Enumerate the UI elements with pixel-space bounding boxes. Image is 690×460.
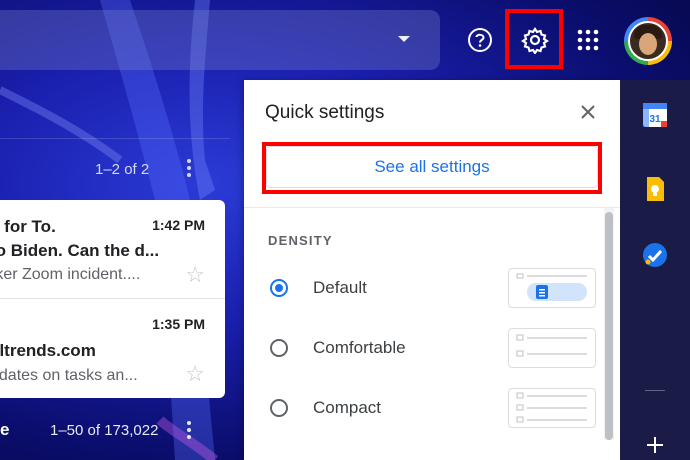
radio-button[interactable] bbox=[270, 399, 288, 417]
email-time: 1:42 PM bbox=[152, 217, 205, 233]
more-options-icon[interactable] bbox=[184, 158, 194, 178]
calendar-day: 31 bbox=[649, 114, 661, 125]
option-label: Compact bbox=[313, 398, 382, 417]
option-label: Comfortable bbox=[313, 338, 406, 357]
density-comfortable-preview[interactable] bbox=[508, 328, 596, 368]
section-label: e bbox=[0, 420, 10, 439]
quick-settings-title: Quick settings bbox=[265, 102, 385, 123]
divider bbox=[244, 207, 620, 208]
pagination-count: 1–50 of 173,022 bbox=[50, 422, 159, 439]
pagination-count: 1–2 of 2 bbox=[95, 161, 150, 178]
calendar-icon[interactable]: 31 bbox=[642, 102, 668, 128]
email-row[interactable]: 1:35 PM altrends.com pdates on tasks an.… bbox=[0, 299, 225, 397]
email-time: 1:35 PM bbox=[152, 316, 205, 332]
email-subject: to Biden. Can the d... bbox=[0, 241, 160, 260]
side-panel-divider bbox=[645, 390, 665, 391]
apps-icon[interactable] bbox=[570, 22, 606, 58]
option-label: Default bbox=[313, 278, 367, 297]
density-default-preview[interactable] bbox=[508, 268, 596, 308]
search-options-caret-icon[interactable] bbox=[398, 36, 410, 42]
avatar-photo bbox=[628, 21, 668, 61]
help-icon[interactable] bbox=[462, 22, 498, 58]
email-snippet: pdates on tasks an... bbox=[0, 367, 138, 384]
more-options-icon[interactable] bbox=[186, 420, 192, 445]
close-icon[interactable] bbox=[576, 100, 600, 124]
email-snippet: rker Zoom incident.... bbox=[0, 266, 141, 283]
settings-highlight-box bbox=[505, 9, 563, 69]
tasks-icon[interactable] bbox=[642, 242, 668, 268]
avatar[interactable] bbox=[624, 17, 672, 65]
search-bar[interactable] bbox=[0, 10, 440, 70]
radio-button[interactable] bbox=[270, 339, 288, 357]
add-addon-icon[interactable] bbox=[646, 432, 664, 458]
email-sender: altrends.com bbox=[0, 341, 96, 360]
density-section-title: DENSITY bbox=[268, 233, 333, 248]
list-divider bbox=[0, 138, 230, 139]
quick-settings-panel: Quick settings See all settings DENSITY … bbox=[244, 80, 620, 460]
see-all-settings-highlight-box bbox=[262, 142, 602, 194]
keep-icon[interactable] bbox=[642, 176, 668, 202]
star-icon[interactable]: ☆ bbox=[185, 361, 205, 387]
scrollbar-thumb[interactable] bbox=[605, 212, 613, 440]
star-icon[interactable]: ☆ bbox=[185, 262, 205, 288]
density-compact-preview[interactable] bbox=[508, 388, 596, 428]
email-list: 0 for To. 1:42 PM to Biden. Can the d...… bbox=[0, 200, 225, 398]
radio-button[interactable] bbox=[270, 279, 288, 297]
email-sender: 0 for To. bbox=[0, 217, 56, 236]
side-panel: 31 bbox=[620, 80, 690, 460]
email-row[interactable]: 0 for To. 1:42 PM to Biden. Can the d...… bbox=[0, 200, 225, 299]
